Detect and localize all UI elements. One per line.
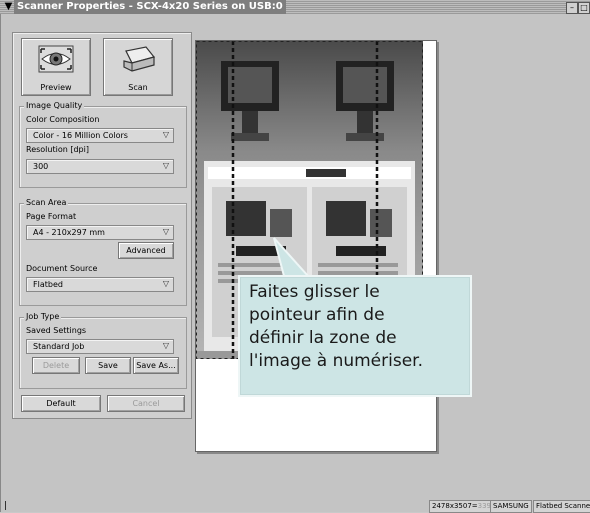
default-button[interactable]: Default [21, 395, 101, 412]
dropdown-arrow-icon: ▽ [162, 341, 170, 350]
document-source-label: Document Source [26, 264, 98, 273]
scan-area-group: Scan Area Page Format A4 - 210x297 mm ▽ … [19, 198, 187, 306]
preview-button[interactable]: Preview [21, 38, 91, 96]
status-vendor: SAMSUNG [490, 500, 532, 513]
document-source-value: Flatbed [33, 280, 63, 289]
status-device: Flatbed Scanner [533, 500, 590, 513]
callout-line-2: pointeur afin de [249, 305, 385, 325]
dropdown-arrow-icon: ▽ [162, 161, 170, 170]
preview-eye-icon [38, 45, 74, 73]
tooltip-callout: Faites glisser le pointeur afin de défin… [238, 275, 472, 397]
dropdown-arrow-icon: ▽ [162, 130, 170, 139]
cancel-button[interactable]: Cancel [107, 395, 185, 412]
callout-pointer [273, 237, 310, 277]
page-format-select[interactable]: A4 - 210x297 mm ▽ [26, 225, 174, 240]
resolution-label: Resolution [dpi] [26, 145, 89, 154]
settings-panel: Preview Scan Image Quality Color Composi… [12, 32, 192, 419]
color-composition-select[interactable]: Color - 16 Million Colors ▽ [26, 128, 174, 143]
status-dimensions: 2478x3507= [432, 502, 478, 510]
page-format-value: A4 - 210x297 mm [33, 228, 105, 237]
status-bar: 2478x3507=33947K SAMSUNG Flatbed Scanner [0, 498, 590, 513]
advanced-button[interactable]: Advanced [118, 242, 174, 259]
dropdown-arrow-icon: ▽ [162, 227, 170, 236]
scanner-icon [123, 46, 156, 72]
callout-line-3: définir la zone de [249, 328, 397, 348]
scan-area-title: Scan Area [24, 198, 69, 208]
scan-button[interactable]: Scan [103, 38, 173, 96]
saved-settings-label: Saved Settings [26, 326, 87, 335]
maximize-button[interactable]: □ [578, 2, 590, 14]
job-type-group: Job Type Saved Settings Standard Job ▽ D… [19, 312, 187, 389]
scan-label: Scan [128, 83, 148, 92]
main-area: Preview Scan Image Quality Color Composi… [0, 14, 590, 512]
color-composition-value: Color - 16 Million Colors [33, 131, 128, 140]
document-source-select[interactable]: Flatbed ▽ [26, 277, 174, 292]
saved-settings-value: Standard Job [33, 342, 85, 351]
saved-settings-select[interactable]: Standard Job ▽ [26, 339, 174, 354]
resolution-value: 300 [33, 162, 49, 171]
color-composition-label: Color Composition [26, 115, 100, 124]
dropdown-arrow-icon: ▽ [162, 279, 170, 288]
window-menu-icon[interactable]: ▼ [3, 1, 14, 12]
callout-line-1: Faites glisser le [249, 282, 380, 302]
image-quality-title: Image Quality [24, 101, 85, 111]
delete-button[interactable]: Delete [32, 357, 80, 374]
preview-label: Preview [40, 83, 72, 92]
callout-line-4: l'image à numériser. [249, 351, 424, 371]
title-bar: ▼ Scanner Properties - SCX-4x20 Series o… [0, 0, 590, 14]
save-as-button[interactable]: Save As... [133, 357, 179, 374]
job-type-title: Job Type [24, 312, 62, 322]
window-title: Scanner Properties - SCX-4x20 Series on … [14, 0, 286, 14]
page-format-label: Page Format [26, 212, 77, 221]
save-button[interactable]: Save [85, 357, 131, 374]
resolution-select[interactable]: 300 ▽ [26, 159, 174, 174]
minimize-button[interactable]: – [566, 2, 578, 14]
image-quality-group: Image Quality Color Composition Color - … [19, 101, 187, 188]
